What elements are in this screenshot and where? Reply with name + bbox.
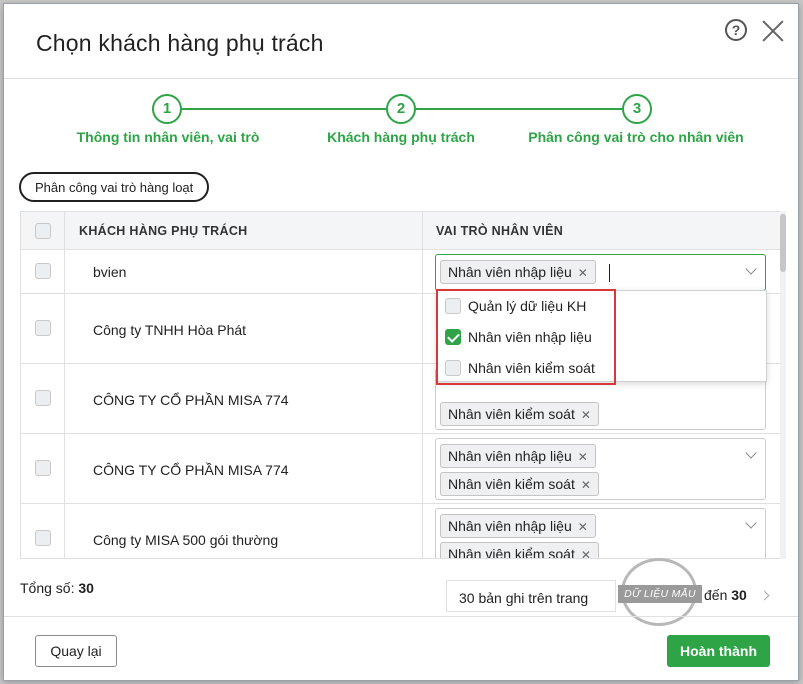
role-tag-label: Nhân viên kiểm soát <box>448 406 575 422</box>
range-to: đến 30 <box>704 587 747 603</box>
row-checkbox[interactable] <box>35 263 51 279</box>
step-1-label: Thông tin nhân viên, vai trò <box>76 129 260 145</box>
assign-customers-dialog: Chọn khách hàng phụ trách ? 1 2 3 Thông … <box>3 3 799 681</box>
step-1-marker: 1 <box>152 94 182 124</box>
role-select[interactable]: Nhân viên nhập liệu ✕ Nhân viên kiểm soát… <box>435 508 766 559</box>
step-connector-1 <box>182 108 386 110</box>
close-icon[interactable] <box>760 18 786 44</box>
grid-header: KHÁCH HÀNG PHỤ TRÁCH VAI TRÒ NHÂN VIÊN <box>21 212 781 250</box>
help-icon[interactable]: ? <box>725 19 747 41</box>
column-divider <box>64 294 65 363</box>
step-2-label: Khách hàng phụ trách <box>327 129 475 145</box>
total-label: Tổng số: <box>20 580 75 596</box>
role-tag: Nhân viên kiểm soát ✕ <box>440 472 599 496</box>
range-to-value: 30 <box>731 587 747 603</box>
column-header-customer: KHÁCH HÀNG PHỤ TRÁCH <box>79 224 248 238</box>
step-3-label: Phân công vai trò cho nhân viên <box>528 129 744 145</box>
role-tag-label: Nhân viên nhập liệu <box>448 448 572 464</box>
column-divider <box>64 504 65 558</box>
chevron-right-icon[interactable] <box>759 590 770 601</box>
chevron-down-icon[interactable] <box>745 517 757 529</box>
watermark-text: DỮ LIỆU MẪU <box>618 585 702 603</box>
step-connector-2 <box>416 108 622 110</box>
row-checkbox[interactable] <box>35 530 51 546</box>
total-count: Tổng số: 30 <box>20 580 94 596</box>
column-divider <box>422 364 423 433</box>
role-tag: Nhân viên nhập liệu ✕ <box>440 514 596 538</box>
scrollbar-thumb[interactable] <box>780 214 786 272</box>
range-to-label: đến <box>704 587 728 603</box>
table-row: Công ty MISA 500 gói thường Nhân viên nh… <box>21 504 781 559</box>
role-tag-label: Nhân viên nhập liệu <box>448 264 572 280</box>
role-tag: Nhân viên kiểm soát ✕ <box>440 402 599 426</box>
role-select[interactable]: Nhân viên nhập liệu ✕ <box>435 254 766 291</box>
column-divider <box>64 434 65 503</box>
dialog-title: Chọn khách hàng phụ trách <box>36 30 324 56</box>
step-3-marker: 3 <box>622 94 652 124</box>
column-divider <box>64 212 65 249</box>
role-tag-label: Nhân viên kiểm soát <box>448 476 575 492</box>
column-divider <box>422 250 423 293</box>
select-all-checkbox[interactable] <box>35 223 51 239</box>
annotation-highlight-box <box>436 289 616 385</box>
column-divider <box>422 504 423 558</box>
step-2-marker: 2 <box>386 94 416 124</box>
role-tag: Nhân viên kiểm soát ✕ <box>440 542 599 559</box>
column-divider <box>422 294 423 363</box>
row-checkbox[interactable] <box>35 460 51 476</box>
row-checkbox[interactable] <box>35 390 51 406</box>
role-tag-label: Nhân viên kiểm soát <box>448 546 575 559</box>
remove-tag-icon[interactable]: ✕ <box>581 544 591 558</box>
text-cursor <box>609 264 610 282</box>
customer-name: CÔNG TY CỔ PHẦN MISA 774 <box>93 462 289 478</box>
back-button[interactable]: Quay lại <box>35 635 117 667</box>
column-divider <box>64 250 65 293</box>
customer-name: CÔNG TY CỔ PHẦN MISA 774 <box>93 392 289 408</box>
column-header-role: VAI TRÒ NHÂN VIÊN <box>436 224 564 238</box>
customer-name: bvien <box>93 264 127 280</box>
row-checkbox[interactable] <box>35 320 51 336</box>
role-tag: Nhân viên nhập liệu ✕ <box>440 444 596 468</box>
header-divider <box>4 78 798 79</box>
role-tag-label: Nhân viên nhập liệu <box>448 518 572 534</box>
column-divider <box>64 364 65 433</box>
customer-name: Công ty TNHH Hòa Phát <box>93 322 247 338</box>
customer-role-grid: KHÁCH HÀNG PHỤ TRÁCH VAI TRÒ NHÂN VIÊN b… <box>20 211 785 559</box>
page-size-select[interactable]: 30 bản ghi trên trang <box>446 580 616 612</box>
role-select[interactable]: Nhân viên nhập liệu ✕ Nhân viên kiểm soát… <box>435 438 766 500</box>
role-tag: Nhân viên nhập liệu ✕ <box>440 260 596 284</box>
chevron-down-icon[interactable] <box>745 263 757 275</box>
footer-divider <box>4 616 798 617</box>
chevron-down-icon[interactable] <box>745 447 757 459</box>
grid-scrollbar[interactable] <box>780 211 786 559</box>
table-row: CÔNG TY CỔ PHẦN MISA 774 Nhân viên nhập … <box>21 434 781 504</box>
remove-tag-icon[interactable]: ✕ <box>578 516 588 538</box>
remove-tag-icon[interactable]: ✕ <box>578 446 588 468</box>
finish-button[interactable]: Hoàn thành <box>667 635 770 667</box>
customer-name: Công ty MISA 500 gói thường <box>93 532 279 548</box>
remove-tag-icon[interactable]: ✕ <box>581 474 591 496</box>
bulk-assign-roles-button[interactable]: Phân công vai trò hàng loạt <box>19 172 210 202</box>
column-divider <box>422 434 423 503</box>
table-row: bvien Nhân viên nhập liệu ✕ <box>21 250 781 294</box>
remove-tag-icon[interactable]: ✕ <box>581 404 591 426</box>
total-value: 30 <box>78 580 94 596</box>
column-divider <box>422 212 423 249</box>
remove-tag-icon[interactable]: ✕ <box>578 262 588 284</box>
